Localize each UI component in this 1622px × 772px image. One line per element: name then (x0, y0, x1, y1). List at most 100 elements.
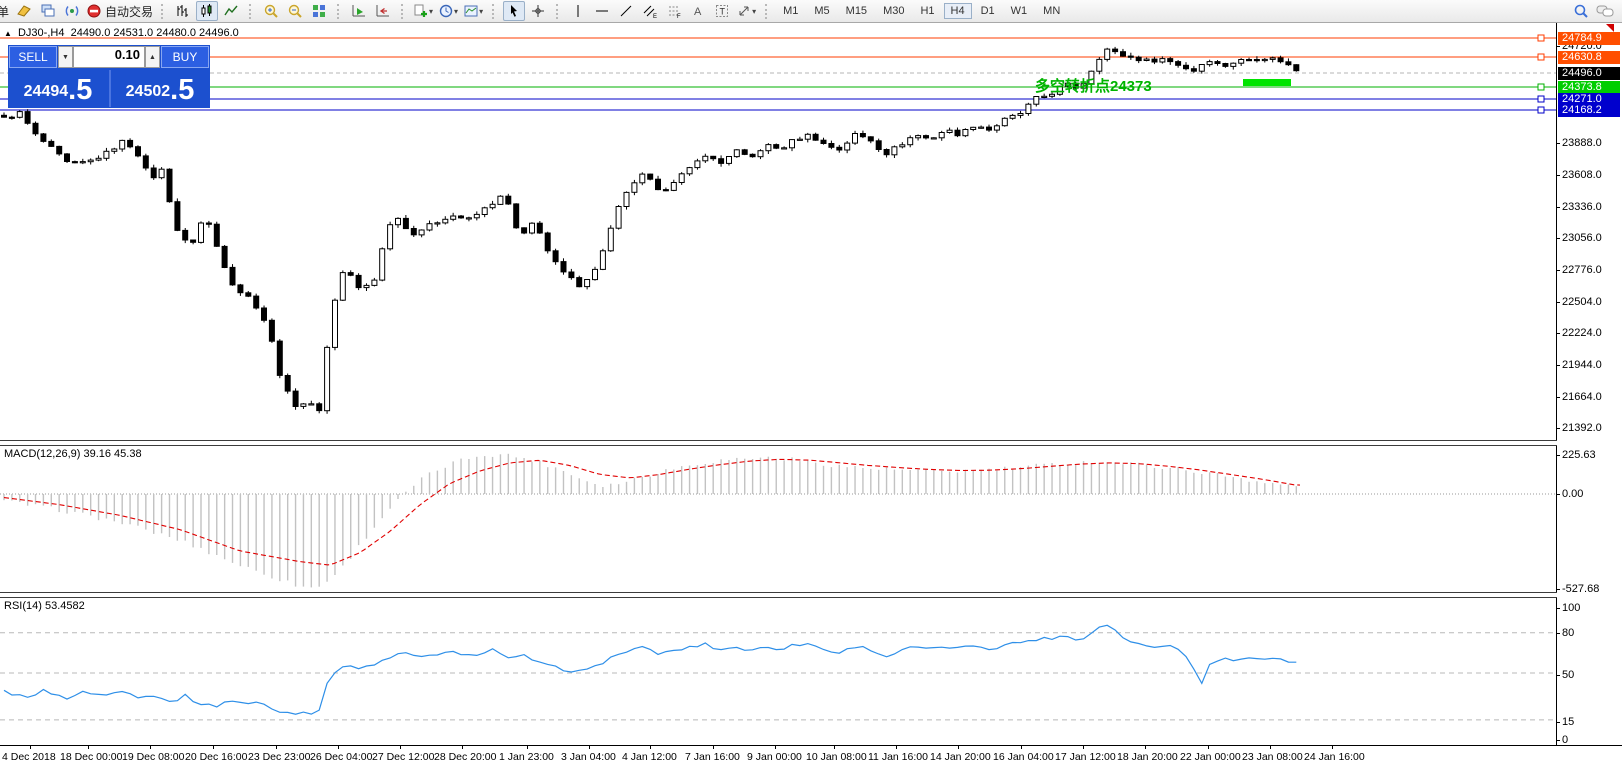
panel-splitter[interactable] (0, 592, 1557, 598)
time-axis-tick (88, 745, 89, 749)
buy-button[interactable]: BUY (161, 46, 209, 68)
volume-input[interactable]: 0.10 (73, 46, 145, 68)
price-level-badge[interactable]: 24496.0 (1558, 67, 1620, 80)
axis-tick-mark (1556, 494, 1560, 495)
vertical-line-icon (577, 5, 579, 17)
time-axis-label: 27 Dec 12:00 (372, 751, 435, 763)
bid-price-button[interactable]: 24494 .5 (9, 70, 107, 107)
time-axis-label: 11 Jan 16:00 (868, 751, 928, 763)
volume-decrease-button[interactable]: ▼ (58, 46, 73, 68)
chart-annotation-text[interactable]: 多空转折点24373 (1035, 75, 1152, 96)
price-axis-label: 22776.0 (1562, 264, 1602, 276)
scroll-marker-icon (1606, 24, 1614, 32)
axis-tick-mark (1556, 302, 1560, 303)
macd-label: MACD(12,26,9) 39.16 45.38 (4, 448, 142, 460)
price-axis-label: 23608.0 (1562, 169, 1602, 181)
fibonacci-button[interactable]: F (663, 1, 685, 21)
panel-splitter[interactable] (0, 440, 1557, 446)
timeframe-toolbar: M1 M5 M15 M30 H1 H4 D1 W1 MN (775, 3, 1068, 19)
price-axis-border (1556, 22, 1557, 745)
dropdown-caret-icon: ▾ (752, 6, 757, 16)
arrows-tool-button[interactable]: ▾ (735, 1, 758, 21)
zoom-out-button[interactable] (284, 1, 306, 21)
text-label-tool-button[interactable]: T (711, 1, 733, 21)
charts-button[interactable] (37, 1, 59, 21)
price-axis-label: 21664.0 (1562, 391, 1602, 403)
horizontal-line-icon (596, 10, 609, 12)
time-axis-tick (1021, 745, 1022, 749)
trendline-tool-button[interactable] (615, 1, 637, 21)
price-axis-label: 15 (1562, 716, 1575, 728)
horizontal-line-tool-button[interactable] (591, 1, 613, 21)
text-icon: A (694, 6, 702, 18)
price-level-badge[interactable]: 24784.9 (1558, 32, 1620, 45)
sell-button[interactable]: SELL (9, 46, 57, 68)
time-axis-label: 28 Dec 20:00 (434, 751, 497, 763)
timeframe-button-m30[interactable]: M30 (876, 3, 911, 19)
price-level-badge[interactable]: 24168.2 (1558, 104, 1620, 117)
candlestick-chart-icon (201, 4, 212, 17)
ask-price-button[interactable]: 24502 .5 (109, 70, 209, 107)
autotrading-button[interactable]: 自动交易 (85, 1, 154, 21)
candlestick-chart-button[interactable] (196, 1, 219, 21)
cursor-button[interactable] (503, 1, 526, 21)
tile-windows-button[interactable] (308, 1, 330, 21)
bar-chart-button[interactable] (172, 1, 194, 21)
search-button[interactable] (1570, 1, 1592, 21)
time-axis-tick (958, 745, 959, 749)
axis-tick-mark (1556, 333, 1560, 334)
equidistant-channel-button[interactable]: E (639, 1, 661, 21)
vertical-line-tool-button[interactable] (567, 1, 589, 21)
mt4-window: 单 自动交易 ▾ ▾ ▾ E F A T ▾ M1 M5 M15 M30 H1 … (0, 0, 1622, 772)
timeframe-button-w1[interactable]: W1 (1004, 3, 1035, 19)
new-order-button[interactable] (13, 1, 35, 21)
symbol-ohlc: 24490.0 24531.0 24480.0 24496.0 (70, 27, 239, 39)
chart-shift-button[interactable] (372, 1, 394, 21)
timeframe-button-m5[interactable]: M5 (807, 3, 836, 19)
one-click-trading-panel: SELL ▼ 0.10 ▲ BUY 24494 .5 24502 .5 (8, 45, 210, 108)
signals-button[interactable] (61, 1, 83, 21)
axis-tick-mark (1556, 608, 1560, 609)
timeframe-button-h1[interactable]: H1 (913, 3, 941, 19)
price-axis-label: 225.63 (1562, 449, 1596, 461)
templates-button[interactable]: ▾ (462, 1, 485, 21)
timeframe-button-m15[interactable]: M15 (839, 3, 874, 19)
candlestick-chart (0, 22, 1556, 440)
crosshair-button[interactable] (527, 1, 549, 21)
template-icon (464, 5, 478, 17)
tile-windows-icon (313, 5, 326, 17)
symbol-name: DJ30-,H4 (17, 27, 65, 39)
toolbar-grip (765, 3, 770, 19)
autotrading-label: 自动交易 (105, 4, 154, 19)
timeframe-button-mn[interactable]: MN (1036, 3, 1067, 19)
timeframe-button-h4[interactable]: H4 (943, 3, 972, 19)
time-axis-label: 17 Jan 12:00 (1055, 751, 1116, 763)
timeframe-button-m1[interactable]: M1 (776, 3, 805, 19)
rsi-label: RSI(14) 53.4582 (4, 600, 85, 612)
collapse-panel-arrow[interactable]: ▲ (4, 29, 12, 38)
svg-text:A: A (694, 6, 702, 18)
zoom-in-button[interactable] (260, 1, 282, 21)
trendline-icon (620, 5, 632, 17)
auto-scroll-button[interactable] (348, 1, 370, 21)
indicators-button[interactable]: ▾ (412, 1, 435, 21)
timeframe-button-d1[interactable]: D1 (974, 3, 1002, 19)
arrows-icon (739, 6, 749, 16)
new-order-label[interactable]: 单 (0, 3, 12, 20)
symbol-info: ▲ DJ30-,H4 24490.0 24531.0 24480.0 24496… (4, 27, 239, 39)
equidistant-channel-icon: E (643, 5, 657, 19)
toolbar-grip (249, 3, 254, 19)
text-tool-button[interactable]: A (687, 1, 709, 21)
volume-increase-button[interactable]: ▲ (145, 46, 160, 68)
time-axis-tick (276, 745, 277, 749)
price-level-badge[interactable]: 24630.8 (1558, 51, 1620, 64)
line-chart-button[interactable] (220, 1, 242, 21)
periods-button[interactable]: ▾ (437, 1, 460, 21)
axis-tick-mark (1556, 46, 1560, 47)
chat-button[interactable] (1594, 1, 1616, 21)
ask-price-fraction: .5 (170, 74, 195, 106)
time-axis-tick (589, 745, 590, 749)
time-axis-tick (150, 745, 151, 749)
chart-highlight-bar[interactable] (1243, 79, 1291, 86)
indicators-icon (414, 4, 428, 17)
